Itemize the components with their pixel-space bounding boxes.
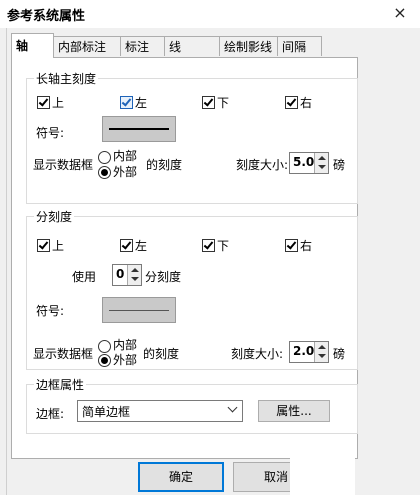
minor-left-checkbox[interactable]: 左 <box>120 237 147 254</box>
checkbox-checked-icon <box>37 96 50 109</box>
major-display-label: 显示数据框 <box>33 158 94 172</box>
major-top-checkbox[interactable]: 上 <box>37 94 64 111</box>
ok-button[interactable]: 确定 <box>138 462 224 492</box>
title-bar: 参考系统属性 × <box>0 0 420 28</box>
checkbox-label: 上 <box>52 239 65 253</box>
tab-spacing[interactable]: 间隔 <box>277 36 322 56</box>
dialog-window: 参考系统属性 × 轴 内部标注 标注 线 绘制影线 间隔 长轴主刻度 上 左 下… <box>0 0 420 495</box>
border-properties-button[interactable]: 属性... <box>258 400 330 422</box>
spin-up-icon[interactable] <box>131 268 139 272</box>
major-outer-label: 外部 <box>113 165 138 179</box>
tab-line[interactable]: 线 <box>164 36 220 56</box>
border-style-value: 简单边框 <box>82 405 131 419</box>
checkbox-label: 左 <box>135 96 148 110</box>
spinner-buttons[interactable] <box>314 342 328 362</box>
major-outer-radio[interactable] <box>98 166 111 179</box>
minor-size-label: 刻度大小: <box>231 347 284 361</box>
major-right-checkbox[interactable]: 右 <box>285 94 312 111</box>
tab-labels[interactable]: 标注 <box>120 36 165 56</box>
minor-inner-radio[interactable] <box>98 340 111 353</box>
close-icon[interactable]: × <box>385 2 415 24</box>
major-symbol-label: 符号: <box>36 126 65 140</box>
minor-display-label: 显示数据框 <box>33 347 94 361</box>
window-left-border <box>6 28 7 495</box>
checkbox-checked-icon <box>120 239 133 252</box>
checkbox-label: 左 <box>135 239 148 253</box>
spinner-buttons[interactable] <box>127 265 141 285</box>
spin-up-icon[interactable] <box>318 345 326 349</box>
major-symbol-swatch[interactable] <box>102 116 176 142</box>
window-title: 参考系统属性 <box>7 9 86 24</box>
major-inner-radio[interactable] <box>98 151 111 164</box>
minor-use-suffix: 分刻度 <box>145 270 182 284</box>
chevron-down-icon[interactable] <box>227 402 238 413</box>
minor-ticks-legend: 分刻度 <box>34 208 75 225</box>
tab-axis[interactable]: 轴 <box>11 33 54 58</box>
checkbox-label: 右 <box>300 239 313 253</box>
spin-up-icon[interactable] <box>318 156 326 160</box>
checkbox-label: 上 <box>52 96 65 110</box>
tab-hatching[interactable]: 绘制影线 <box>219 36 278 56</box>
occluding-overlay <box>290 435 355 495</box>
major-size-value: 5.0 <box>293 155 315 169</box>
major-size-label: 刻度大小: <box>236 158 289 172</box>
minor-outer-radio[interactable] <box>98 354 111 367</box>
minor-symbol-swatch[interactable] <box>102 297 176 323</box>
minor-right-checkbox[interactable]: 右 <box>285 237 312 254</box>
major-size-spinner[interactable]: 5.0 <box>289 152 329 174</box>
checkbox-checked-icon <box>37 239 50 252</box>
minor-count-spinner[interactable]: 0 <box>112 264 142 286</box>
major-unit-label: 磅 <box>333 158 346 172</box>
major-ticks-suffix: 的刻度 <box>146 158 183 172</box>
spin-down-icon[interactable] <box>318 165 326 169</box>
minor-size-value: 2.0 <box>293 344 315 358</box>
minor-ticks-suffix: 的刻度 <box>143 347 180 361</box>
major-inner-label: 内部 <box>113 149 138 163</box>
minor-symbol-label: 符号: <box>36 304 65 318</box>
minor-unit-label: 磅 <box>333 347 346 361</box>
checkbox-checked-icon <box>202 96 215 109</box>
minor-outer-label: 外部 <box>113 353 138 367</box>
minor-top-checkbox[interactable]: 上 <box>37 237 64 254</box>
checkbox-checked-icon <box>285 239 298 252</box>
checkbox-label: 下 <box>217 96 230 110</box>
major-ticks-legend: 长轴主刻度 <box>34 70 99 87</box>
major-bottom-checkbox[interactable]: 下 <box>202 94 229 111</box>
checkbox-label: 下 <box>217 239 230 253</box>
border-props-legend: 边框属性 <box>34 376 87 393</box>
border-label: 边框: <box>36 407 65 421</box>
border-style-select[interactable]: 简单边框 <box>77 400 243 422</box>
checkbox-checked-icon <box>285 96 298 109</box>
checkbox-checked-icon <box>202 239 215 252</box>
minor-use-label: 使用 <box>72 270 97 284</box>
tab-inner-labels[interactable]: 内部标注 <box>53 36 121 56</box>
minor-size-spinner[interactable]: 2.0 <box>289 341 329 363</box>
major-left-checkbox[interactable]: 左 <box>120 94 147 111</box>
spinner-buttons[interactable] <box>314 153 328 173</box>
checkbox-label: 右 <box>300 96 313 110</box>
spin-down-icon[interactable] <box>318 354 326 358</box>
minor-bottom-checkbox[interactable]: 下 <box>202 237 229 254</box>
spin-down-icon[interactable] <box>131 277 139 281</box>
minor-count-value: 0 <box>116 267 125 281</box>
checkbox-checked-icon <box>120 96 133 109</box>
